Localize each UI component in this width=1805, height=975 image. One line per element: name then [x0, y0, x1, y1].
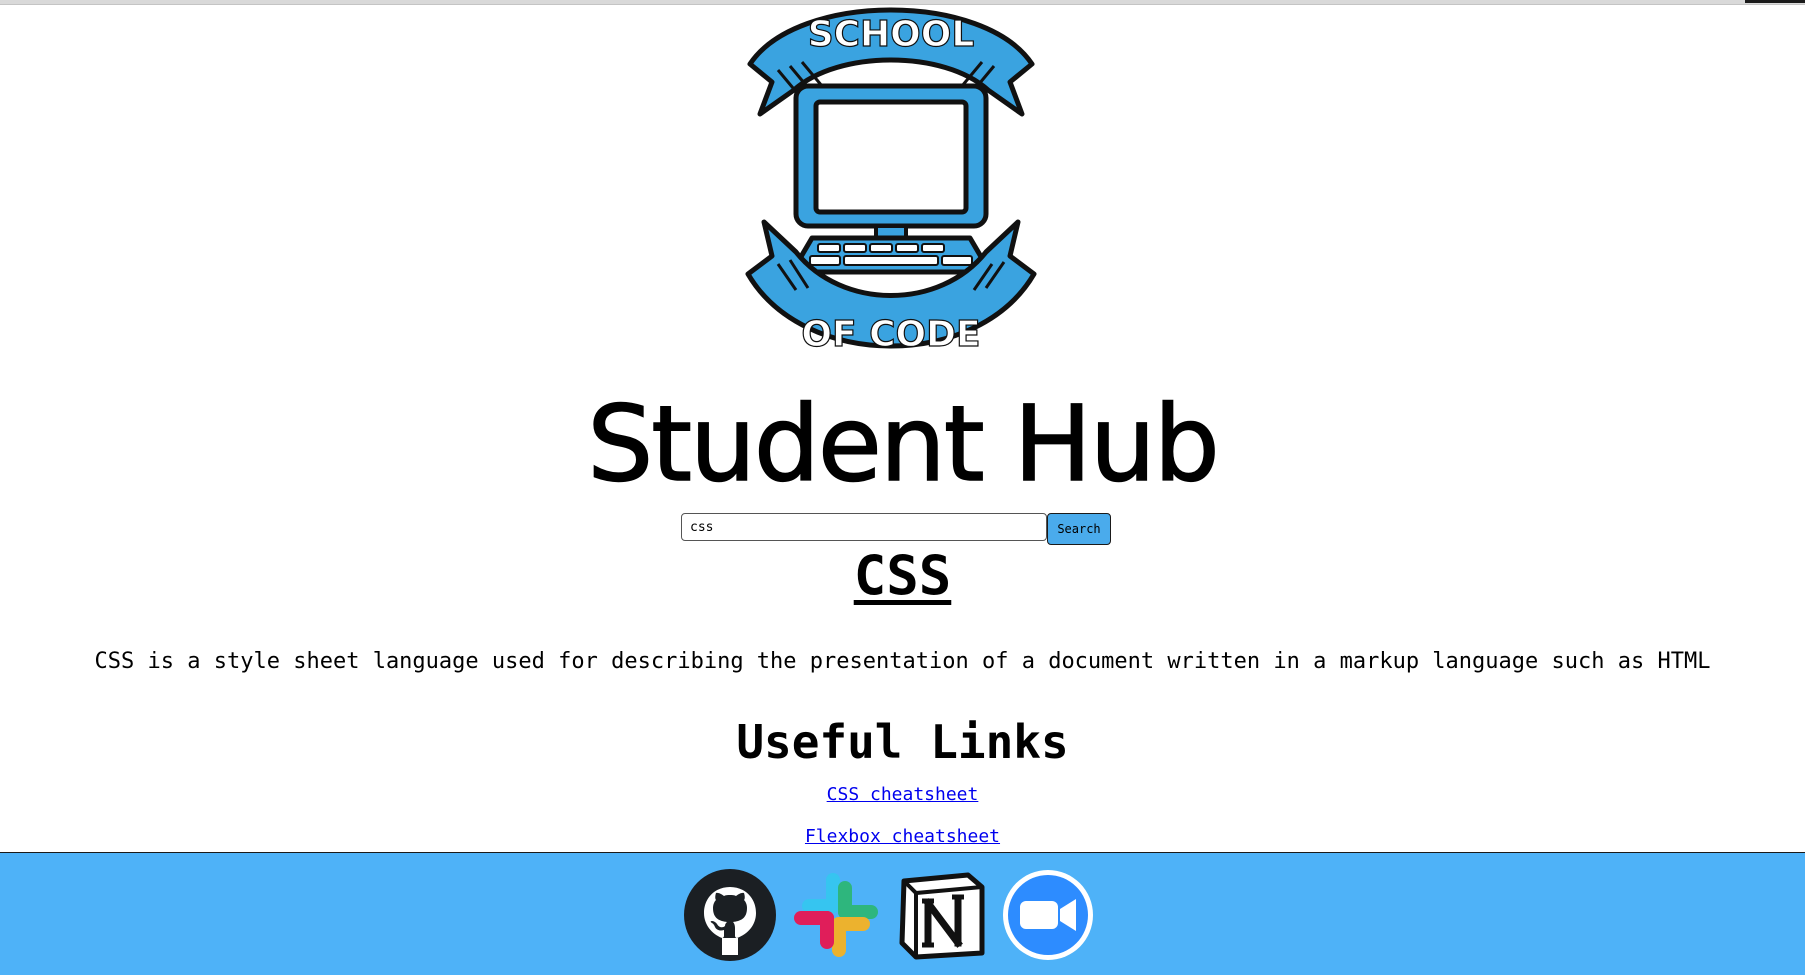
topic-description: CSS is a style sheet language used for d… [94, 649, 1711, 674]
notion-icon[interactable] [894, 867, 990, 963]
search-input[interactable] [681, 513, 1047, 541]
school-of-code-logo: SCHOOL OF CODE [745, 7, 1037, 356]
browser-top-edge [0, 0, 1805, 5]
useful-links-heading: Useful Links [736, 715, 1069, 769]
logo-top-text: SCHOOL [808, 14, 975, 55]
browser-corner [1745, 0, 1805, 3]
github-icon[interactable] [682, 867, 778, 963]
zoom-icon[interactable] [1000, 867, 1096, 963]
page: SCHOOL OF CODE Student Hub Search [0, 0, 1805, 975]
topic-heading: CSS [853, 544, 952, 607]
link-item: Flexbox cheatsheet [0, 824, 1805, 850]
logo-bottom-text: OF CODE [801, 314, 980, 355]
css-cheatsheet-link[interactable]: CSS cheatsheet [827, 784, 979, 805]
flexbox-cheatsheet-link[interactable]: Flexbox cheatsheet [805, 826, 1000, 847]
footer [0, 852, 1805, 975]
slack-icon[interactable] [788, 867, 884, 963]
footer-icon-bar [682, 867, 1096, 963]
link-item: CSS cheatsheet [0, 782, 1805, 808]
page-title: Student Hub [586, 383, 1220, 505]
